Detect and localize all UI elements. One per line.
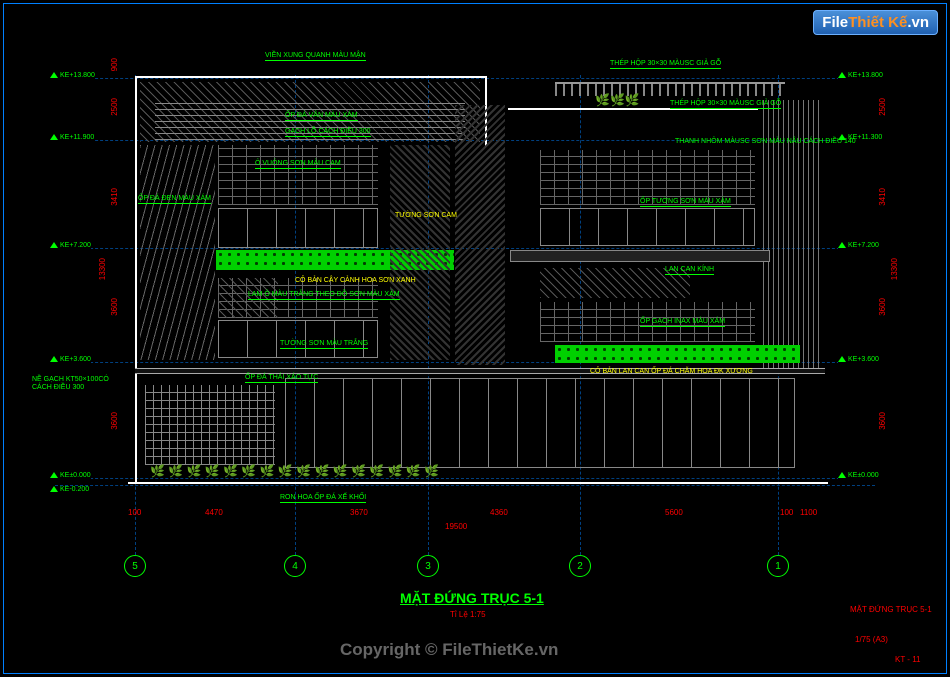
annotation: GẠCH LỖ CÁCH ĐIỀU 300 [285,128,371,137]
storefront [285,378,795,468]
plant-icon: 🌿 🌿 🌿 🌿 🌿 🌿 🌿 🌿 🌿 🌿 🌿 🌿 🌿 🌿 🌿 🌿 [150,465,439,477]
wavy-cladding [140,145,215,360]
axis-bubble: 5 [124,555,146,577]
stone-column [455,105,505,365]
level-tag: KE+7.200 [50,242,91,249]
drawing-scale: Tỉ Lệ 1:75 [450,610,486,619]
level-line [55,78,875,79]
dim: 3410 [878,188,887,206]
annotation: CỎ BẢN LAN CAN ỐP ĐÁ CHĂM HOA ĐK XƯƠNG [590,368,753,375]
annotation: VIỀN XUNG QUANH MÀU MẬN [265,52,366,61]
logo-prefix: File [822,14,848,31]
annotation: ỐP TƯỜNG SƠN MÀU XÁM [640,198,731,207]
plant-icon: 🌿🌿🌿 [595,94,640,106]
brick-panel [218,145,378,205]
annotation: LAN CAN KÍNH [665,266,714,275]
gate-grid [145,385,275,465]
titleblock-name: MẶT ĐỨNG TRỤC 5-1 [850,605,932,614]
axis-bubble: 4 [284,555,306,577]
annotation: LAM Ô MÀU TRẮNG THEO ĐỒ SƠN MÀU XÁM [248,291,400,300]
level-tag: KE+11.900 [50,134,94,141]
annotation: NỀ GẠCH KT50×100CÓ CÁCH ĐIỀU 300 [32,376,109,391]
level-tag: KE+13.800 [50,72,95,79]
window [540,208,755,246]
logo-suffix: .vn [907,14,929,31]
dim: 3670 [350,508,368,517]
annotation: Ô VUÔNG SƠN MÀU CAM [255,160,341,169]
dim-total: 13300 [890,258,899,280]
axis-bubble: 3 [417,555,439,577]
titleblock-scale: 1/75 (A3) [855,635,888,644]
level-tag: KE+3.600 [838,356,879,363]
level-tag: KE+7.200 [838,242,879,249]
annotation: THÉP HỘP 30×30 MÀUSC GIẢ GỖ [670,100,781,109]
dim: 3600 [110,298,119,316]
annotation: TƯỜNG SƠN CAM [395,212,457,219]
annotation: TƯỜNG SƠN MÀU TRẮNG [280,340,368,349]
level-line [55,485,875,486]
dim: 2500 [110,98,119,116]
dim: 900 [110,58,119,71]
brick-panel [540,150,755,205]
annotation: ỐP ĐÁ ĐEN MÀU XÁM [138,195,211,204]
level-tag: KE±0.000 [50,472,91,479]
drawing-title: MẶT ĐỨNG TRỤC 5-1 [400,590,544,606]
wall [135,76,137,484]
window [218,208,378,248]
wall [135,76,485,78]
level-tag: KE+3.600 [50,356,91,363]
dim: 3600 [878,298,887,316]
dim: 4360 [490,508,508,517]
dim: 3600 [878,412,887,430]
dim: 5600 [665,508,683,517]
titleblock-sheet: KT - 11 [895,655,921,664]
axis-bubble: 2 [569,555,591,577]
dim: 100 [780,508,793,517]
window [218,320,378,358]
dim: 2500 [878,98,887,116]
copyright-watermark: Copyright © FileThietKe.vn [340,640,558,660]
axis-bubble: 1 [767,555,789,577]
logo-mid: Thiết Kế [848,14,907,31]
dim-total: 19500 [445,522,467,531]
dim: 1100 [800,508,817,517]
annotation: ỐP ĐÁ VÂN MÀU XÁM [285,112,358,121]
level-tag: KE±0.000 [838,472,879,479]
planter-band-dots [555,345,800,363]
ground [128,482,828,484]
dim: 100 [128,508,141,517]
band [510,250,770,262]
annotation: ỐP ĐÁ THÁI XÁO TỰC [245,374,318,383]
level-tag: KE-0.200 [50,486,89,493]
level-tag: KE+13.800 [838,72,883,79]
dim-total: 13300 [98,258,107,280]
dim: 3410 [110,188,119,206]
cad-canvas[interactable]: FileThiết Kế.vn KE+13.800 KE+11.900 KE+7… [0,0,950,677]
annotation: RON HOA ỐP ĐÁ XẾ KHỐI [280,494,366,503]
dim: 3600 [110,412,119,430]
level-line [55,478,875,479]
annotation: THÉP HỘP 30×30 MÀUSC GIẢ GỖ [610,60,721,69]
logo-watermark: FileThiết Kế.vn [813,10,938,35]
annotation: THANH NHÔM MÀUSC SƠN MÀU NÂU CÁCH ĐIỀU 1… [675,138,856,146]
dim: 4470 [205,508,223,517]
annotation: CỎ BẢN CÂY CẢNH HOA SƠN XANH [295,277,416,284]
annotation: ỐP GẠCH INAX MÀU XÁM [640,318,725,327]
stone-column [390,145,450,360]
pergola [555,82,785,96]
